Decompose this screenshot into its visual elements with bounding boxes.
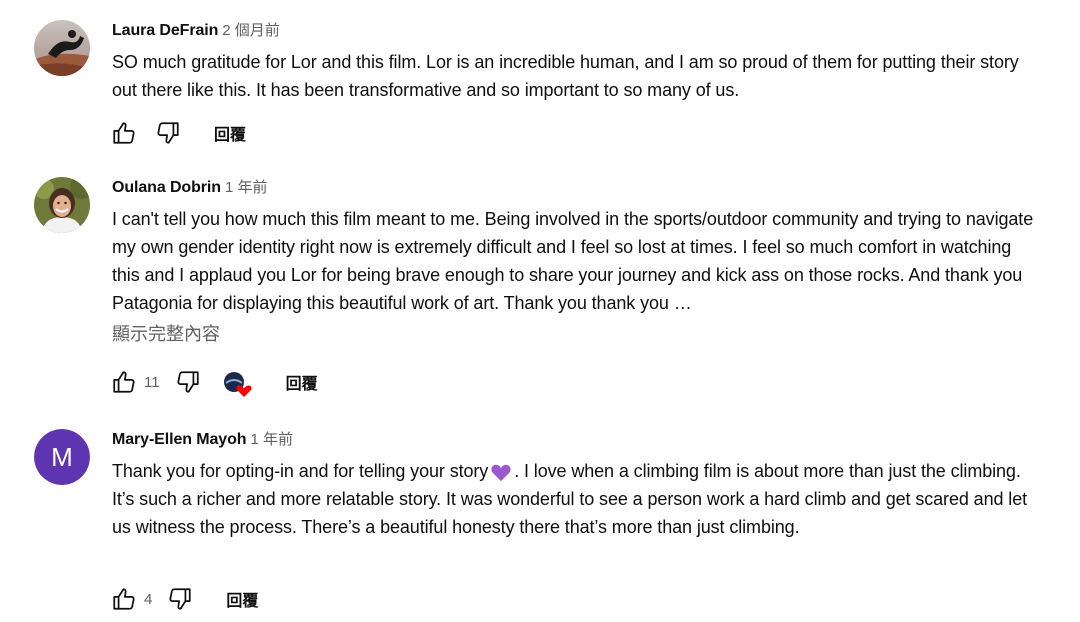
reply-button[interactable]: 回覆 <box>214 121 246 145</box>
dislike-button[interactable] <box>152 117 184 149</box>
like-count: 11 <box>144 373 160 391</box>
avatar[interactable]: M <box>34 429 90 485</box>
thumbs-up-icon <box>113 122 135 144</box>
comment-text: SO much gratitude for Lor and this film.… <box>112 52 1019 100</box>
comment-text: Thank you for opting-in and for telling … <box>112 457 1042 541</box>
reply-button[interactable]: 回覆 <box>286 370 318 394</box>
avatar[interactable] <box>34 177 90 233</box>
creator-heart-badge <box>222 369 252 397</box>
comment-timestamp[interactable]: 2 個月前 <box>222 22 280 39</box>
comment-text-part: Thank you for opting-in and for telling … <box>112 461 489 481</box>
comment-actions: 11 回覆 <box>108 366 318 398</box>
thumbs-down-icon <box>157 122 179 144</box>
thumbs-down-icon <box>177 371 199 393</box>
comment-timestamp[interactable]: 1 年前 <box>225 179 268 196</box>
avatar[interactable] <box>34 20 90 76</box>
like-button[interactable] <box>108 583 140 615</box>
comment-text: I can't tell you how much this film mean… <box>112 209 1034 313</box>
like-button[interactable] <box>108 117 140 149</box>
comment-author[interactable]: Laura DeFrain <box>112 22 218 39</box>
heart-icon <box>236 385 252 397</box>
show-more-link[interactable]: 顯示完整內容 <box>112 321 1042 347</box>
comment-actions: 回覆 <box>108 117 246 149</box>
like-count: 4 <box>144 590 153 608</box>
avatar-letter: M <box>51 442 73 472</box>
thumbs-down-icon <box>169 588 191 610</box>
like-button[interactable] <box>108 366 140 398</box>
comment-author[interactable]: Mary-Ellen Mayoh <box>112 431 247 448</box>
comment-timestamp[interactable]: 1 年前 <box>250 431 293 448</box>
dislike-button[interactable] <box>164 583 196 615</box>
reply-button[interactable]: 回覆 <box>226 587 258 611</box>
purple-heart-icon <box>491 464 511 482</box>
dislike-button[interactable] <box>172 366 204 398</box>
thumbs-up-icon <box>113 588 135 610</box>
comment-author[interactable]: Oulana Dobrin <box>112 179 221 196</box>
comment-actions: 4 回覆 <box>108 583 258 615</box>
thumbs-up-icon <box>113 371 135 393</box>
